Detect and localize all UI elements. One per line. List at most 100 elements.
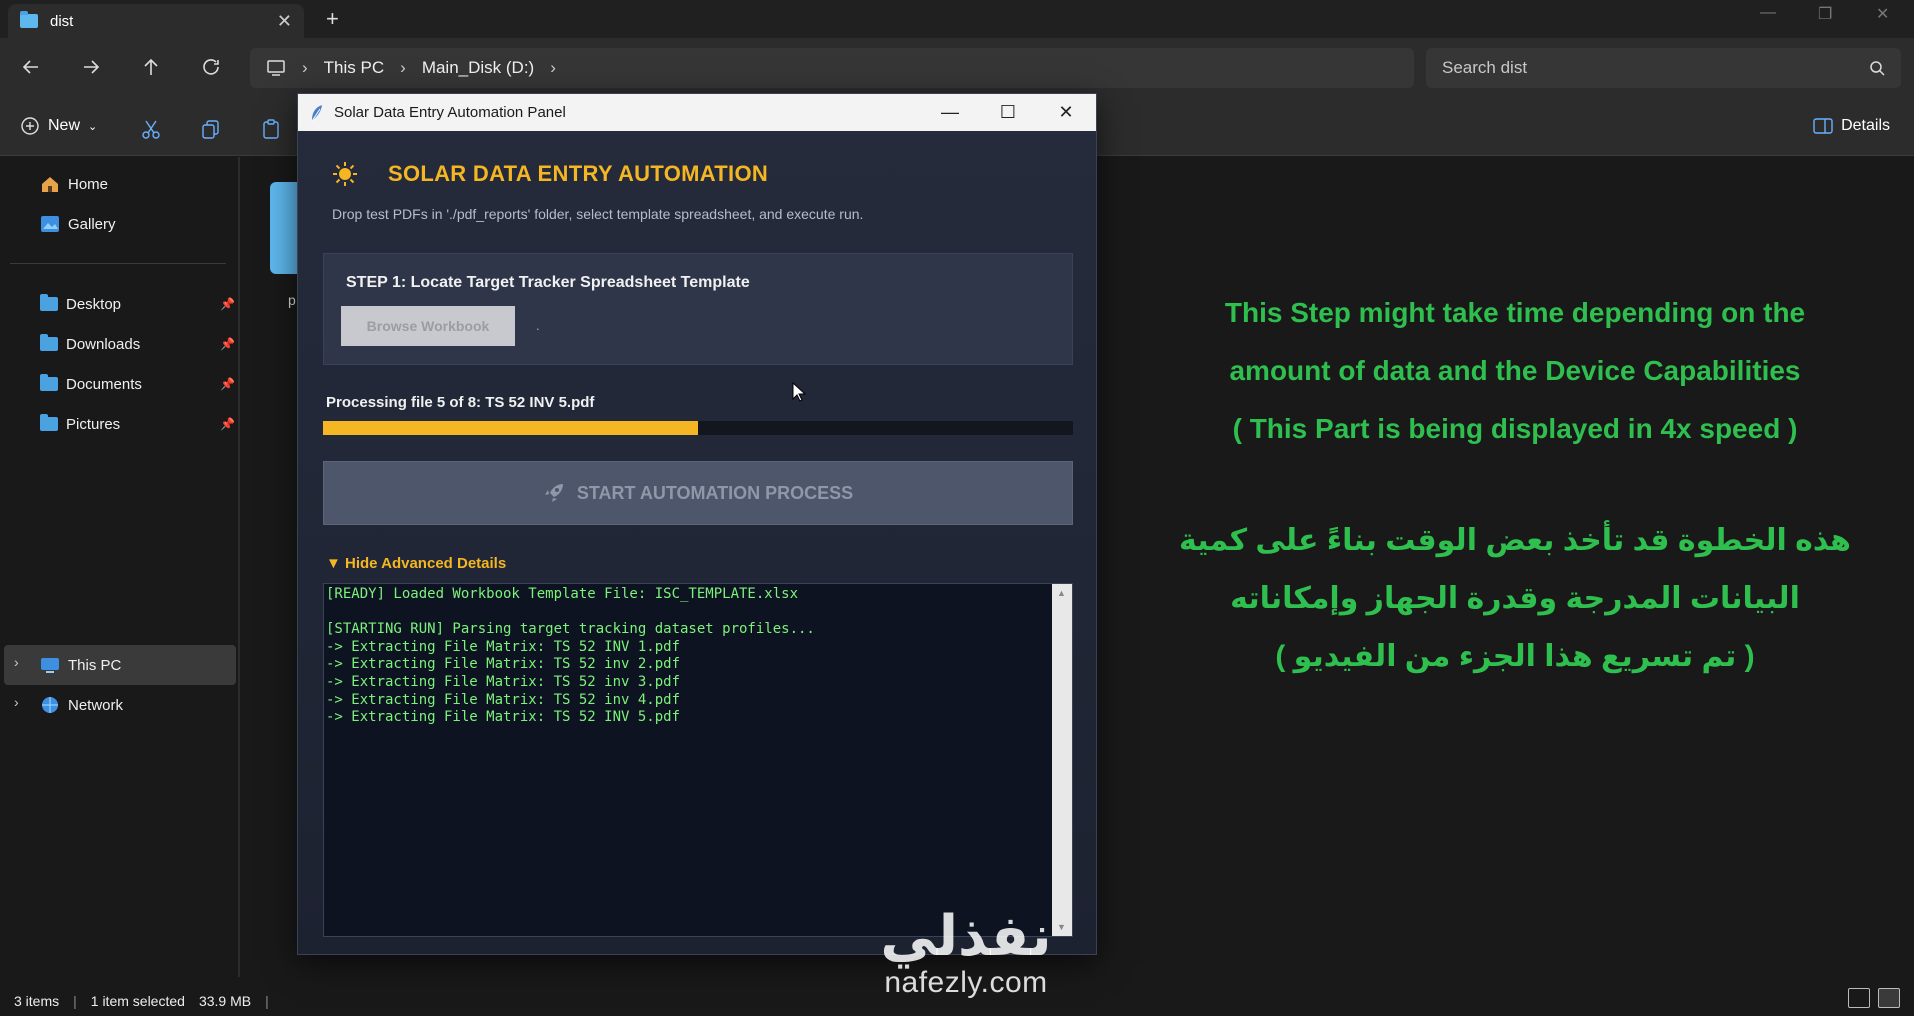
pin-icon[interactable]: 📌 — [220, 337, 235, 351]
close-window-icon[interactable]: ✕ — [1876, 4, 1889, 24]
tab-dist[interactable]: dist ✕ — [8, 4, 304, 38]
tiles-view-icon[interactable] — [1878, 988, 1900, 1008]
sidebar-item-pictures[interactable]: Pictures 📌 — [40, 409, 235, 439]
sidebar-item-label: Gallery — [68, 215, 116, 233]
copy-icon[interactable] — [200, 118, 222, 140]
dialog-title: Solar Data Entry Automation Panel — [334, 104, 566, 121]
network-icon — [40, 696, 60, 714]
details-view-icon[interactable] — [1848, 988, 1870, 1008]
rocket-icon — [543, 482, 565, 504]
details-button[interactable]: Details — [1813, 117, 1890, 135]
progress-bar — [323, 421, 1073, 435]
log-scrollbar[interactable]: ▲ ▼ — [1052, 584, 1072, 936]
up-icon[interactable] — [140, 56, 166, 82]
paste-icon[interactable] — [260, 118, 282, 140]
annotation-line: ( This Part is being displayed in 4x spe… — [1232, 413, 1798, 444]
annotation-line: This Step might take time depending on t… — [1224, 297, 1806, 328]
close-icon[interactable]: ✕ — [1054, 102, 1078, 123]
mouse-cursor-icon — [792, 382, 806, 402]
refresh-icon[interactable] — [200, 56, 226, 82]
folder-icon — [40, 374, 58, 391]
search-input[interactable]: Search dist — [1426, 48, 1901, 88]
folder-icon — [40, 334, 58, 351]
sidebar-item-downloads[interactable]: Downloads 📌 — [40, 329, 235, 359]
sidebar-item-documents[interactable]: Documents 📌 — [40, 369, 235, 399]
expand-chevron-icon[interactable]: › — [14, 694, 19, 710]
breadcrumb-separator-icon[interactable]: › — [550, 58, 556, 78]
log-lines: [READY] Loaded Workbook Template File: I… — [326, 586, 1048, 727]
new-label: New — [48, 117, 81, 134]
sidebar-item-home[interactable]: Home — [40, 169, 235, 199]
browse-workbook-button[interactable]: Browse Workbook — [341, 306, 515, 346]
status-divider: | — [73, 993, 77, 1009]
cut-icon[interactable] — [140, 118, 162, 140]
folder-icon[interactable] — [270, 182, 300, 274]
watermark-arabic: نفذلي — [880, 904, 1052, 967]
sidebar-item-label: This PC — [68, 656, 122, 674]
feather-icon — [310, 104, 324, 122]
breadcrumb-separator-icon: › — [302, 58, 308, 77]
progress-label: Processing file 5 of 8: TS 52 INV 5.pdf — [326, 394, 595, 411]
chevron-down-icon: ⌄ — [88, 120, 98, 133]
advanced-details-toggle[interactable]: ▼ Hide Advanced Details — [326, 555, 506, 572]
computer-icon — [266, 59, 286, 77]
new-tab-icon[interactable]: + — [326, 6, 339, 32]
annotation-line: amount of data and the Device Capabiliti… — [1229, 355, 1801, 386]
breadcrumb-separator-icon: › — [400, 58, 406, 77]
sidebar-item-label: Desktop — [66, 295, 122, 313]
explorer-tab-bar: dist ✕ + — ❐ ✕ — [0, 0, 1914, 38]
status-item-count: 3 items — [14, 993, 60, 1009]
start-automation-button[interactable]: START AUTOMATION PROCESS — [323, 461, 1073, 525]
pin-icon[interactable]: 📌 — [220, 417, 235, 431]
gallery-icon — [40, 215, 60, 233]
address-bar[interactable]: › This PC › Main_Disk (D:) › — [250, 48, 1414, 88]
pin-icon[interactable]: 📌 — [220, 377, 235, 391]
scroll-up-icon[interactable]: ▲ — [1057, 588, 1066, 598]
dialog-title-bar[interactable]: Solar Data Entry Automation Panel — ☐ ✕ — [298, 94, 1096, 131]
start-automation-label: START AUTOMATION PROCESS — [576, 482, 854, 503]
watermark-url: nafezly.com — [884, 966, 1048, 999]
computer-icon — [40, 656, 60, 674]
sidebar-item-this-pc[interactable]: This PC — [40, 650, 235, 680]
home-icon — [40, 175, 60, 193]
dialog-body: SOLAR DATA ENTRY AUTOMATION Drop test PD… — [298, 131, 1096, 954]
minimize-icon[interactable]: — — [938, 102, 962, 123]
selected-workbook-path: . — [536, 318, 540, 333]
new-button[interactable]: New ⌄ — [20, 116, 97, 136]
log-console[interactable]: [READY] Loaded Workbook Template File: I… — [323, 583, 1073, 937]
details-label: Details — [1841, 117, 1890, 134]
restore-icon[interactable]: ❐ — [1818, 4, 1832, 24]
sidebar-item-label: Network — [68, 696, 124, 714]
status-divider: | — [265, 993, 269, 1009]
sidebar-item-gallery[interactable]: Gallery — [40, 209, 235, 239]
sidebar-item-desktop[interactable]: Desktop 📌 — [40, 289, 235, 319]
log-line: -> Extracting File Matrix: TS 52 INV 5.p… — [326, 709, 681, 726]
search-icon[interactable] — [1869, 60, 1885, 76]
details-pane-icon — [1813, 118, 1833, 134]
sidebar-item-label: Home — [68, 175, 109, 193]
log-line: -> Extracting File Matrix: TS 52 inv 2.p… — [326, 656, 681, 673]
breadcrumb-main-disk[interactable]: Main_Disk (D:) — [422, 58, 534, 78]
close-tab-icon[interactable]: ✕ — [277, 11, 292, 32]
status-selected: 1 item selected — [90, 993, 185, 1009]
expand-chevron-icon[interactable]: › — [14, 654, 19, 670]
folder-icon — [40, 294, 58, 311]
log-line: -> Extracting File Matrix: TS 52 inv 4.p… — [326, 691, 681, 708]
sidebar-item-network[interactable]: Network — [40, 690, 235, 720]
view-toggle — [1848, 988, 1900, 1008]
pin-icon[interactable]: 📌 — [220, 297, 235, 311]
annotation-line: البيانات المدرجة وقدرة الجهاز وإمكاناته — [1230, 582, 1800, 615]
breadcrumb-this-pc[interactable]: This PC — [324, 58, 384, 78]
maximize-icon[interactable]: ☐ — [996, 102, 1020, 123]
file-item-label[interactable]: p — [288, 292, 296, 308]
app-title: SOLAR DATA ENTRY AUTOMATION — [388, 161, 769, 186]
progress-fill — [323, 421, 698, 435]
annotation-english: This Step might take time depending on t… — [1160, 284, 1870, 458]
step-1-card: STEP 1: Locate Target Tracker Spreadshee… — [323, 253, 1073, 365]
log-line: -> Extracting File Matrix: TS 52 inv 3.p… — [326, 673, 681, 690]
back-icon[interactable] — [20, 56, 46, 82]
log-line: [STARTING RUN] Parsing target tracking d… — [326, 621, 815, 638]
forward-icon[interactable] — [80, 56, 106, 82]
minimize-icon[interactable]: — — [1760, 4, 1776, 22]
